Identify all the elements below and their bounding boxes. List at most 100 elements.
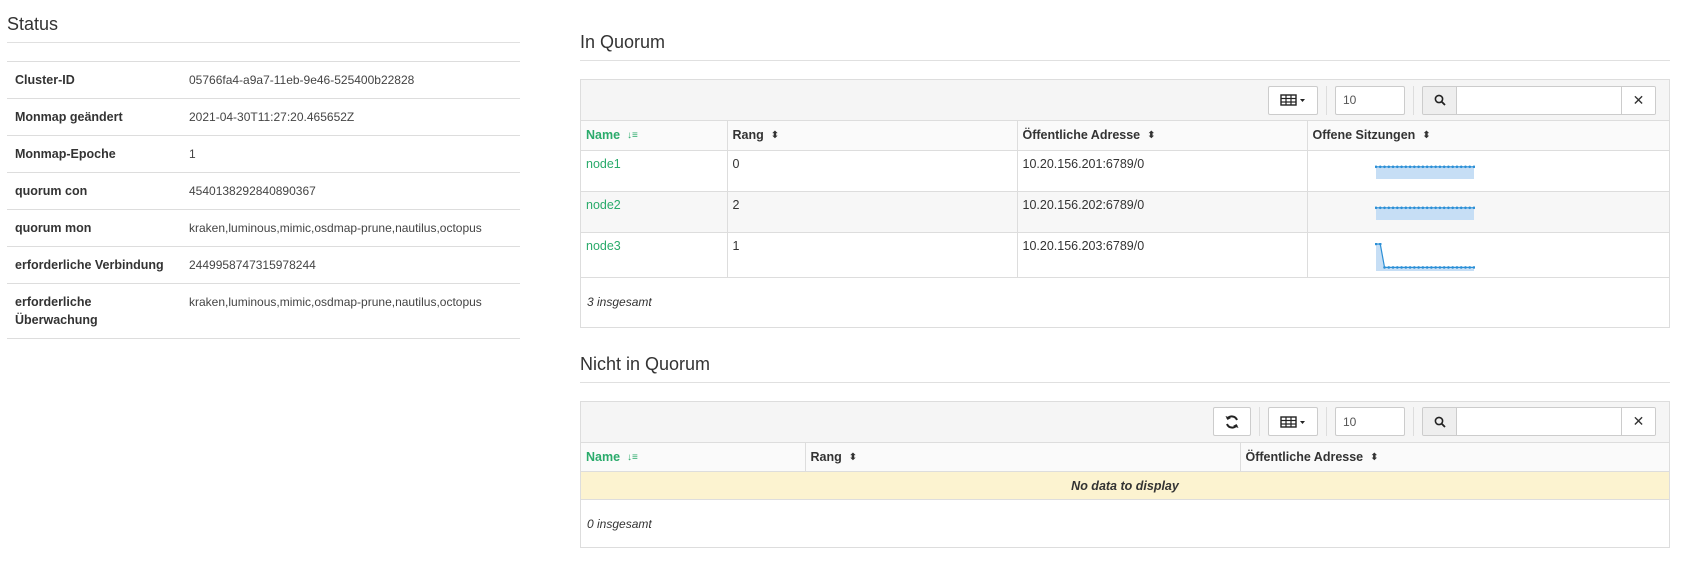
sessions-cell: [1307, 150, 1669, 192]
sort-icon: ⬍: [848, 451, 858, 463]
sparkline-point: [1429, 206, 1433, 209]
status-value: 2449958747315978244: [181, 246, 520, 284]
sparkline-point: [1438, 265, 1441, 269]
sparkline-point: [1429, 265, 1433, 269]
sparkline-point: [1459, 265, 1463, 269]
sparkline-point: [1391, 265, 1394, 269]
address-cell: 10.20.156.201:6789/0: [1017, 150, 1308, 192]
table-icon: [1280, 415, 1305, 428]
sparkline-point: [1455, 265, 1458, 269]
sparkline-point: [1404, 206, 1407, 209]
sparkline-point: [1399, 265, 1403, 269]
sparkline-point: [1463, 206, 1467, 209]
column-toggle-button[interactable]: [1268, 85, 1318, 115]
sparkline-point: [1467, 165, 1471, 168]
refresh-button[interactable]: [1213, 407, 1251, 436]
status-value: kraken,luminous,mimic,osdmap-prune,nauti…: [181, 209, 520, 247]
column-header-name[interactable]: Name ↓≡: [581, 121, 728, 151]
sparkline-point: [1421, 265, 1424, 269]
sessions-sparkline: [1374, 242, 1475, 271]
page-limit-input[interactable]: 10: [1335, 85, 1405, 115]
quorum-section: In Quorum 10 ✕ Name ↓≡ Rang ⬍ Öffentliche …: [580, 0, 1670, 548]
not-in-quorum-title: Nicht in Quorum: [580, 354, 1670, 383]
sparkline-point: [1421, 206, 1424, 209]
sparkline-point: [1382, 206, 1386, 209]
sparkline-point: [1399, 206, 1403, 209]
sparkline-point: [1382, 265, 1386, 269]
sparkline-point: [1450, 265, 1454, 269]
sparkline-point: [1446, 165, 1450, 168]
sparkline-point: [1408, 165, 1411, 168]
table-row: node2 2 10.20.156.202:6789/0: [581, 191, 1669, 233]
sparkline-point: [1467, 265, 1471, 269]
sparkline-point: [1442, 206, 1445, 209]
sparkline-point: [1463, 265, 1467, 269]
not-in-quorum-table: Name ↓≡ Rang ⬍ Öffentliche Adresse ⬍: [581, 442, 1669, 472]
sessions-cell: [1307, 232, 1669, 278]
sparkline-point: [1412, 265, 1416, 269]
column-toggle-button[interactable]: [1268, 407, 1318, 436]
sparkline-point: [1421, 165, 1424, 168]
status-key: quorum mon: [7, 209, 181, 247]
sparkline-point: [1386, 206, 1390, 209]
sparkline-point: [1391, 206, 1394, 209]
status-table: Cluster-ID 05766fa4-a9a7-11eb-9e46-525400…: [7, 61, 520, 339]
clear-search-button[interactable]: ✕: [1621, 86, 1655, 114]
sparkline-line: [1375, 242, 1474, 268]
node-link[interactable]: node1: [586, 157, 621, 171]
sparkline-point: [1395, 265, 1399, 269]
sparkline-point: [1425, 265, 1428, 269]
rank-cell: 2: [727, 191, 1018, 233]
sparkline-point: [1404, 165, 1407, 168]
sort-icon: ⬍: [770, 130, 780, 142]
status-row: Monmap-Epoche 1: [7, 135, 520, 173]
sessions-sparkline: [1374, 165, 1475, 179]
sparkline-point: [1433, 206, 1437, 209]
not-in-quorum-panel: 10 ✕ Name ↓≡ Rang ⬍ Öffentliche Adresse ⬍ N…: [580, 400, 1670, 548]
column-header-rank[interactable]: Rang ⬍: [805, 442, 1241, 472]
column-header-address[interactable]: Öffentliche Adresse ⬍: [1017, 121, 1308, 151]
column-header-sessions[interactable]: Offene Sitzungen ⬍: [1307, 121, 1669, 151]
sparkline-point: [1386, 265, 1390, 269]
page-limit-input[interactable]: 10: [1335, 407, 1405, 436]
status-value: 05766fa4-a9a7-11eb-9e46-525400b22828: [181, 61, 520, 99]
search-box: ✕: [1422, 85, 1656, 115]
status-value: kraken,luminous,mimic,osdmap-prune,nauti…: [181, 283, 520, 339]
sparkline-point: [1386, 165, 1390, 168]
toolbar-separator: [1259, 407, 1260, 436]
table-footer-count: 0 insgesamt: [587, 516, 652, 531]
toolbar-separator: [1326, 85, 1327, 115]
column-header-name[interactable]: Name ↓≡: [581, 442, 806, 472]
node-link[interactable]: node2: [586, 198, 621, 212]
search-input[interactable]: [1457, 408, 1621, 435]
toolbar-separator: [1413, 407, 1414, 436]
sparkline-point: [1378, 165, 1382, 168]
search-icon: [1423, 86, 1457, 114]
sparkline-point: [1442, 165, 1445, 168]
not-in-quorum-toolbar: 10 ✕: [581, 401, 1669, 443]
status-value: 2021-04-30T11:27:20.465652Z: [181, 98, 520, 136]
status-row: quorum con 4540138292840890367: [7, 172, 520, 210]
column-header-rank[interactable]: Rang ⬍: [727, 121, 1018, 151]
sparkline-point: [1408, 265, 1411, 269]
sparkline-point: [1425, 165, 1428, 168]
search-input[interactable]: [1457, 86, 1621, 114]
refresh-icon: [1225, 414, 1239, 429]
toolbar-separator: [1413, 85, 1414, 115]
sparkline-point: [1455, 165, 1458, 168]
sparkline-point: [1450, 206, 1454, 209]
sparkline-point: [1404, 265, 1407, 269]
sparkline-point: [1416, 165, 1420, 168]
sparkline-point: [1446, 206, 1450, 209]
sparkline-area: [1375, 207, 1474, 220]
node-link[interactable]: node3: [586, 239, 621, 253]
sparkline-point: [1408, 206, 1411, 209]
sparkline-point: [1429, 165, 1433, 168]
column-header-address[interactable]: Öffentliche Adresse ⬍: [1240, 442, 1669, 472]
sparkline-point: [1399, 165, 1403, 168]
clear-search-button[interactable]: ✕: [1621, 408, 1655, 435]
status-key: quorum con: [7, 172, 181, 210]
rank-cell: 1: [727, 232, 1018, 278]
sparkline-point: [1416, 265, 1420, 269]
sparkline-point: [1442, 265, 1445, 269]
